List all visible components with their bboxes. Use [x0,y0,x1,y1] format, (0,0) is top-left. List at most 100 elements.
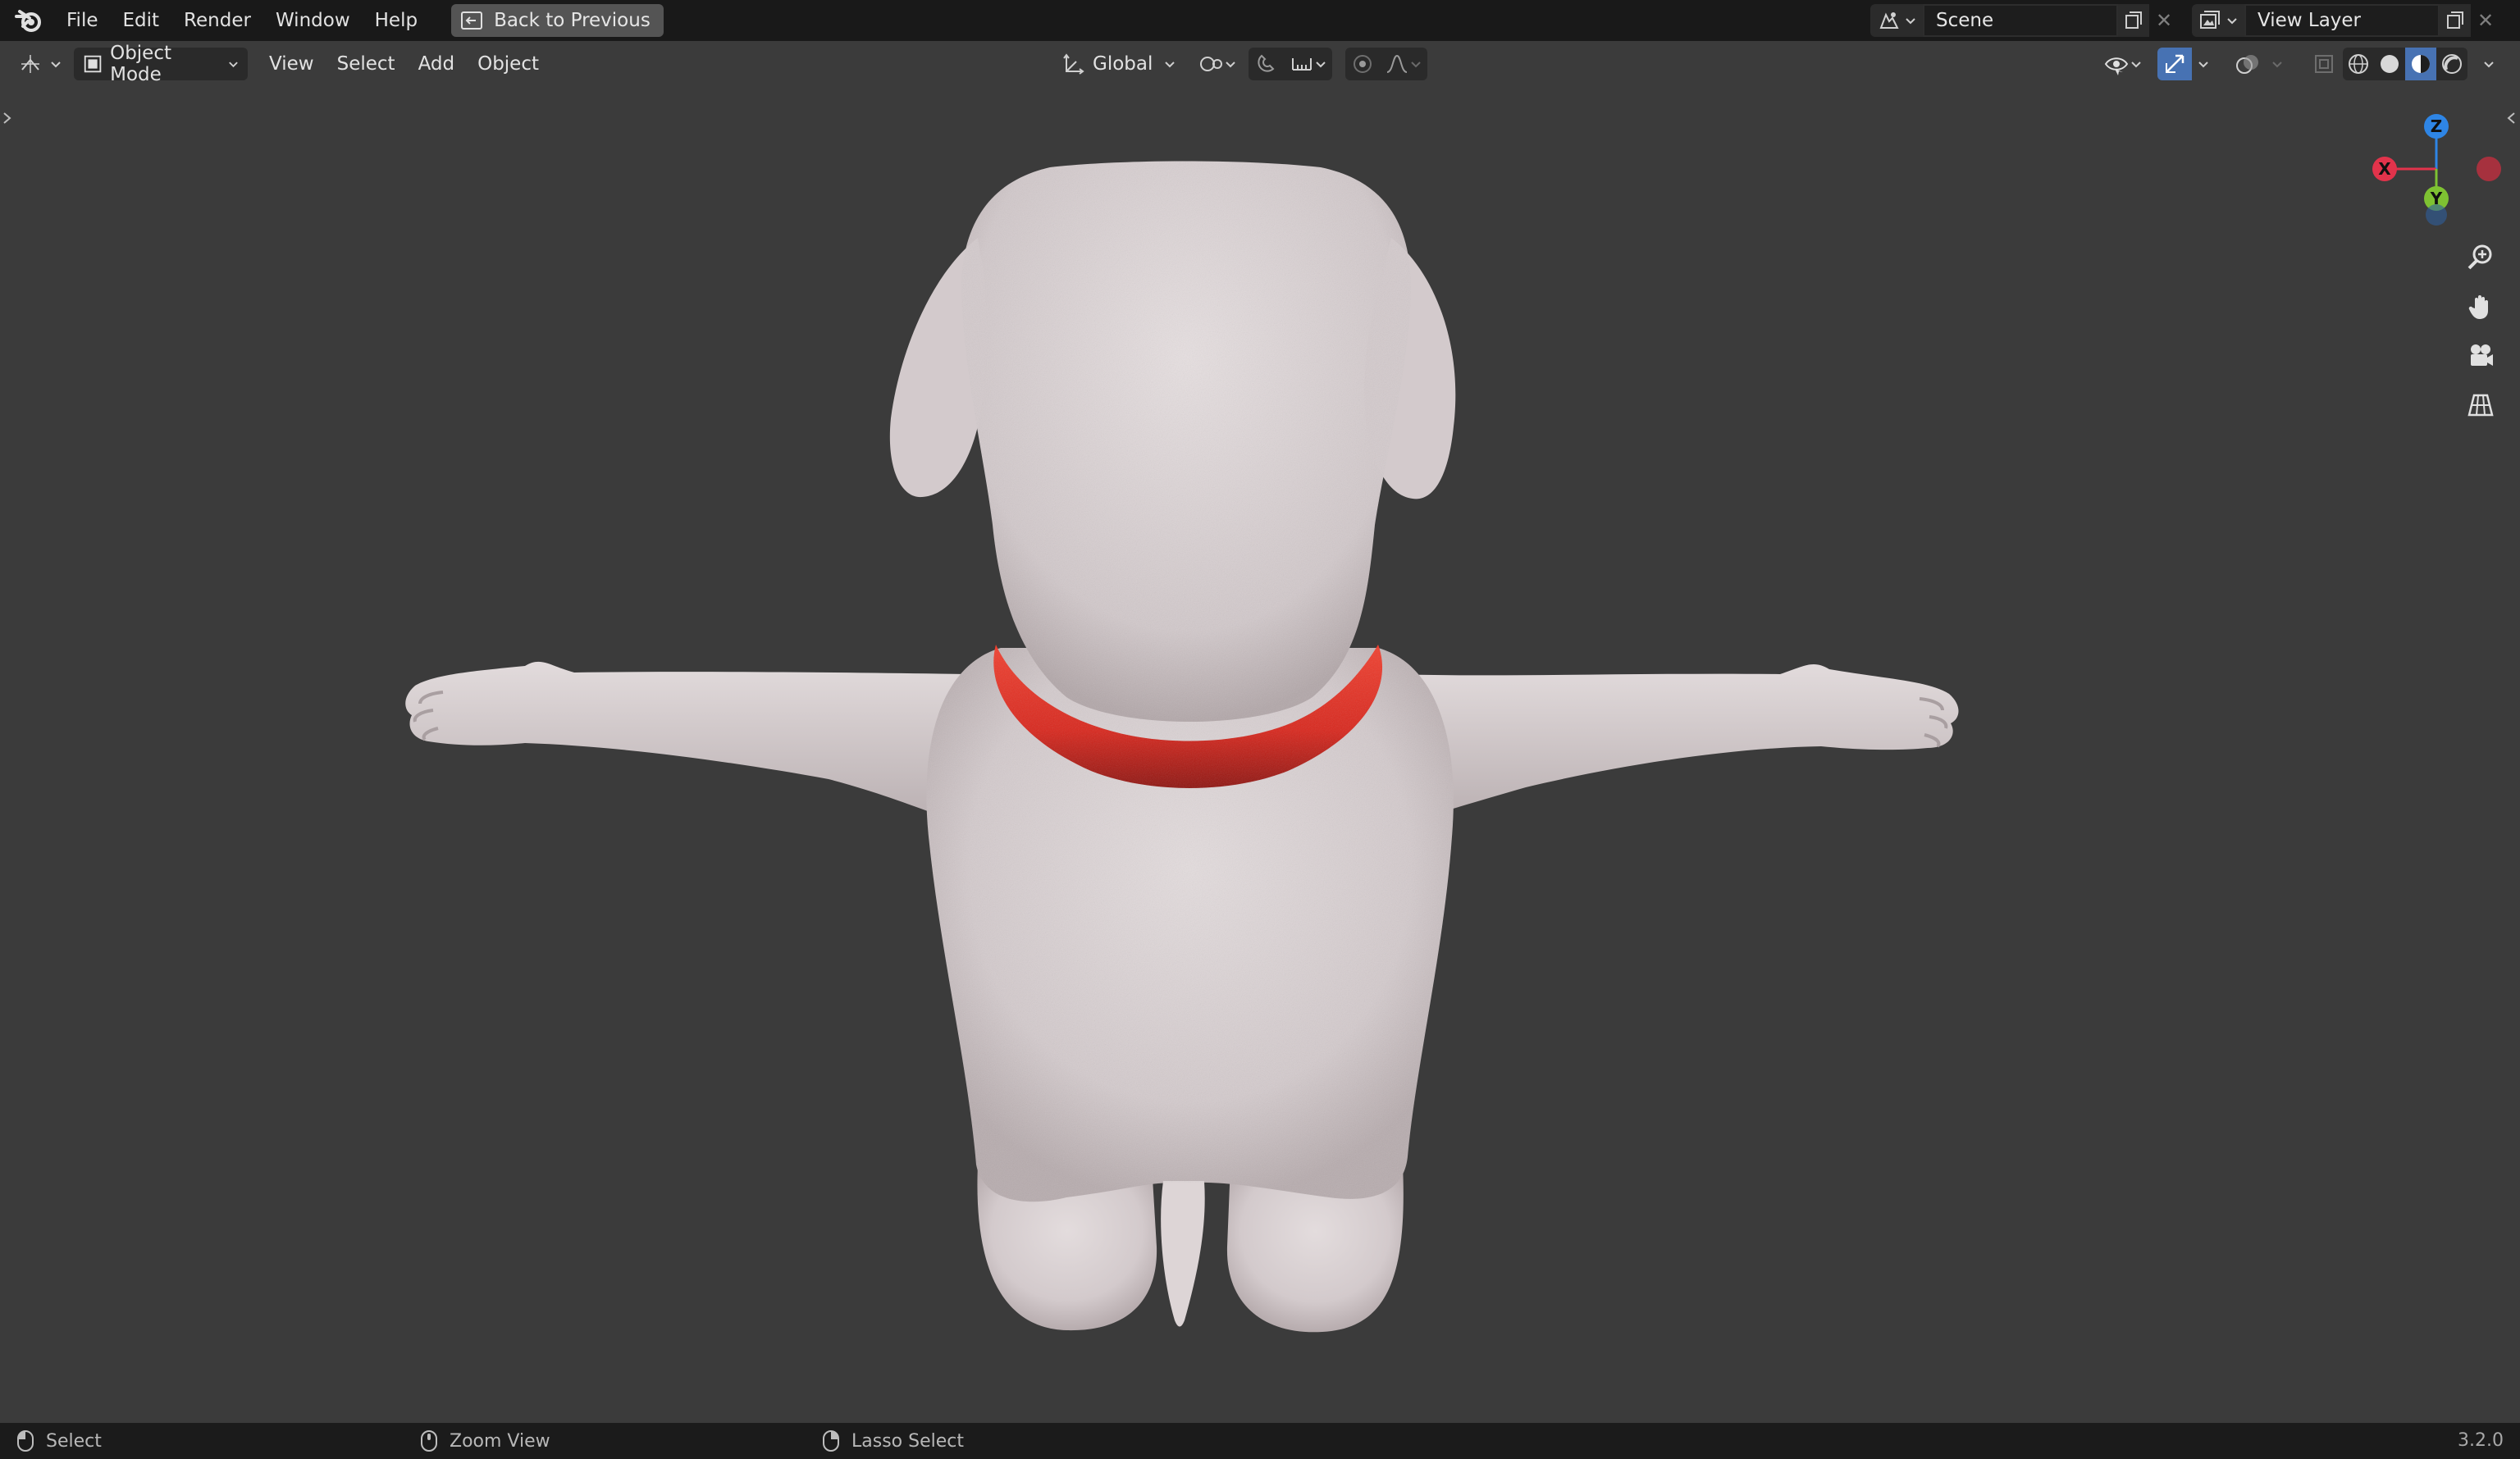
menu-help[interactable]: Help [363,0,430,41]
dog-model[interactable] [394,148,1985,1345]
gizmo-icon [2166,54,2184,73]
close-icon[interactable]: ✕ [2149,4,2179,37]
selectability-visibility-dropdown[interactable] [2098,48,2148,80]
view-layer-selector: View Layer ✕ [2192,4,2500,37]
mouse-icon [823,1430,839,1452]
xray-icon [2315,55,2333,73]
chevron-down-icon [2198,62,2208,68]
menu-render[interactable]: Render [171,0,263,41]
shading-rendered-button[interactable] [2436,48,2468,80]
version-label: 3.2.0 [2458,1430,2504,1451]
overlay-icon [2236,55,2258,74]
shading-group [2343,48,2468,80]
shading-material-icon [2412,55,2430,73]
menu-file[interactable]: File [54,0,111,41]
dog-right-arm [1395,663,1959,825]
proportional-edit-toggle[interactable] [1345,48,1380,80]
chevron-down-icon [51,62,61,68]
mouse-icon [421,1430,437,1452]
transform-orientation-dropdown[interactable]: Global [1053,48,1185,80]
gizmo-toggle[interactable] [2157,48,2192,80]
status-zoom-label: Zoom View [450,1430,550,1452]
editor-type-button[interactable] [13,48,67,80]
viewport-header: Object Mode View Select Add Object Globa… [0,41,2520,87]
scene-selector: Scene ✕ [1870,4,2179,37]
camera-icon [2471,344,2493,366]
overlay-toggle[interactable] [2230,48,2266,80]
chevron-down-icon [1906,18,1915,25]
chevron-down-icon [1316,62,1326,68]
shading-solid-button[interactable] [2374,48,2405,80]
object-mode-label: Object Mode [110,43,172,85]
shading-rendered-icon [2442,54,2462,74]
navigation-gizmo[interactable]: Z X Y [2362,105,2510,228]
grid-icon [2468,394,2494,417]
dog-left-arm [405,661,969,825]
back-icon [461,11,483,30]
status-right-action: Lasso Select [822,1429,964,1452]
orientation-icon [1063,53,1084,75]
shading-wireframe-button[interactable] [2343,48,2374,80]
gizmo-y-label: Y [2430,189,2443,208]
chevron-down-icon [2484,62,2494,68]
gizmo-neg-x-axis[interactable] [2477,157,2501,181]
view-layer-name-field[interactable]: View Layer [2244,4,2440,37]
pan-hand-icon [2468,295,2488,319]
proportional-icon [1354,55,1372,73]
menu-window[interactable]: Window [263,0,363,41]
visibility-icon [2104,57,2129,75]
shading-options-dropdown[interactable] [2477,48,2500,80]
snap-increment-icon [1292,58,1312,71]
zoom-button[interactable] [2461,238,2500,277]
menu-edit[interactable]: Edit [111,0,172,41]
object-mode-icon [84,55,102,73]
new-view-layer-button[interactable] [2440,4,2471,37]
snap-icon [1258,54,1275,72]
menu-add[interactable]: Add [407,53,467,75]
overlay-dropdown[interactable] [2266,48,2289,80]
snap-target-dropdown[interactable] [1285,48,1332,80]
shading-material-button[interactable] [2405,48,2436,80]
dog-tail [1161,1181,1205,1327]
chevron-down-icon [229,62,238,68]
camera-view-button[interactable] [2461,336,2500,376]
status-lasso-label: Lasso Select [851,1430,964,1452]
mouse-icon [17,1430,34,1452]
pan-button[interactable] [2461,287,2500,326]
snap-group [1249,48,1332,80]
xray-toggle[interactable] [2307,48,2341,80]
ortho-perspective-button[interactable] [2461,385,2500,425]
view-layer-browse-button[interactable] [2192,4,2244,37]
scene-browse-button[interactable] [1870,4,1923,37]
pivot-point-dropdown[interactable] [1193,48,1242,80]
proportional-falloff-dropdown[interactable] [1380,48,1427,80]
new-scene-button[interactable] [2118,4,2149,37]
new-icon [2447,11,2463,29]
menu-select[interactable]: Select [326,53,407,75]
proportional-edit-group [1345,48,1427,80]
chevron-down-icon [2227,18,2237,25]
gizmo-group [2157,48,2215,80]
falloff-curve-icon [1386,54,1408,73]
back-to-previous-button[interactable]: Back to Previous [451,4,664,37]
scene-name-field[interactable]: Scene [1923,4,2118,37]
scene-icon [1879,12,1899,29]
blender-logo-icon[interactable] [15,7,43,34]
shading-wireframe-icon [2349,54,2368,74]
back-to-previous-label: Back to Previous [494,10,651,31]
close-icon[interactable]: ✕ [2471,4,2500,37]
new-icon [2125,11,2142,29]
gizmo-dropdown[interactable] [2192,48,2215,80]
orientation-label: Global [1093,53,1153,75]
shading-solid-icon [2381,55,2399,73]
status-bar: Select Zoom View Lasso Select 3.2.0 [0,1423,2520,1459]
object-mode-dropdown[interactable]: Object Mode [74,43,248,85]
snap-toggle[interactable] [1249,48,1285,80]
menu-view[interactable]: View [258,53,326,75]
chevron-down-icon [1165,62,1175,68]
pivot-icon [1200,57,1222,71]
zoom-icon [2468,244,2492,270]
menu-object[interactable]: Object [466,53,550,75]
chevron-down-icon [2272,62,2282,68]
toolbar-expand-arrow-icon[interactable] [2,110,13,126]
